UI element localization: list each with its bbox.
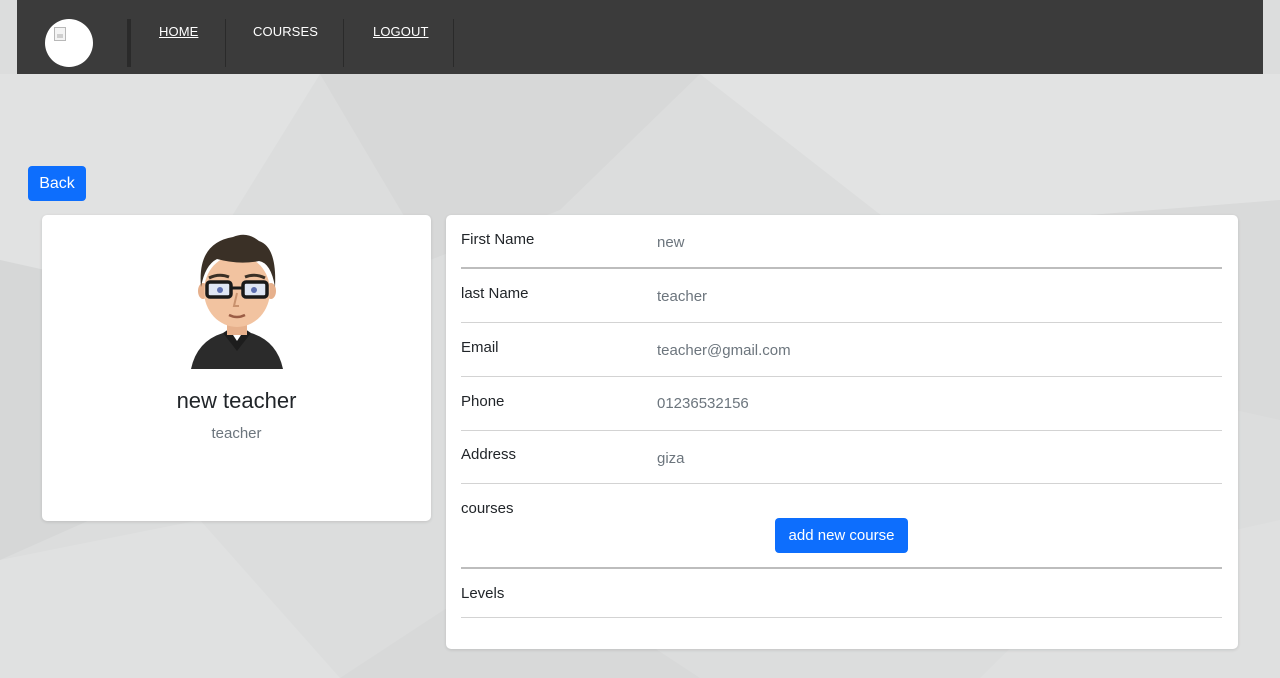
nav-divider	[127, 19, 131, 67]
nav-home-link[interactable]: HOME	[159, 24, 198, 39]
profile-card: new teacher teacher	[42, 215, 431, 521]
add-new-course-button[interactable]: add new course	[775, 518, 908, 553]
phone-label: Phone	[461, 393, 505, 410]
phone-value: 01236532156	[657, 395, 749, 412]
last-name-label: last Name	[461, 285, 529, 302]
row-divider	[461, 567, 1222, 569]
first-name-value: new	[657, 234, 685, 251]
email-label: Email	[461, 339, 499, 356]
email-value: teacher@gmail.com	[657, 342, 791, 359]
profile-role: teacher	[211, 425, 262, 442]
nav-logout-link[interactable]: LOGOUT	[373, 24, 429, 39]
row-divider	[461, 617, 1222, 618]
nav-courses-link[interactable]: COURSES	[253, 24, 318, 39]
row-divider	[461, 430, 1222, 431]
row-divider	[461, 483, 1222, 484]
site-logo[interactable]	[45, 19, 93, 67]
courses-label: courses	[461, 500, 514, 517]
teacher-avatar	[191, 234, 283, 369]
broken-image-icon	[54, 27, 66, 41]
profile-name: new teacher	[176, 388, 297, 413]
nav-divider	[453, 19, 454, 67]
row-divider	[461, 376, 1222, 377]
levels-label: Levels	[461, 585, 505, 602]
address-label: Address	[461, 446, 517, 463]
details-card: First Name new last Name teacher Email t…	[446, 215, 1238, 649]
address-value: giza	[657, 450, 685, 467]
row-divider	[461, 322, 1222, 323]
row-divider	[461, 267, 1222, 269]
back-button[interactable]: Back	[28, 166, 86, 201]
nav-divider	[343, 19, 344, 67]
last-name-value: teacher	[657, 288, 708, 305]
nav-divider	[225, 19, 226, 67]
first-name-label: First Name	[461, 231, 535, 248]
top-navbar: HOME COURSES LOGOUT	[17, 0, 1263, 74]
